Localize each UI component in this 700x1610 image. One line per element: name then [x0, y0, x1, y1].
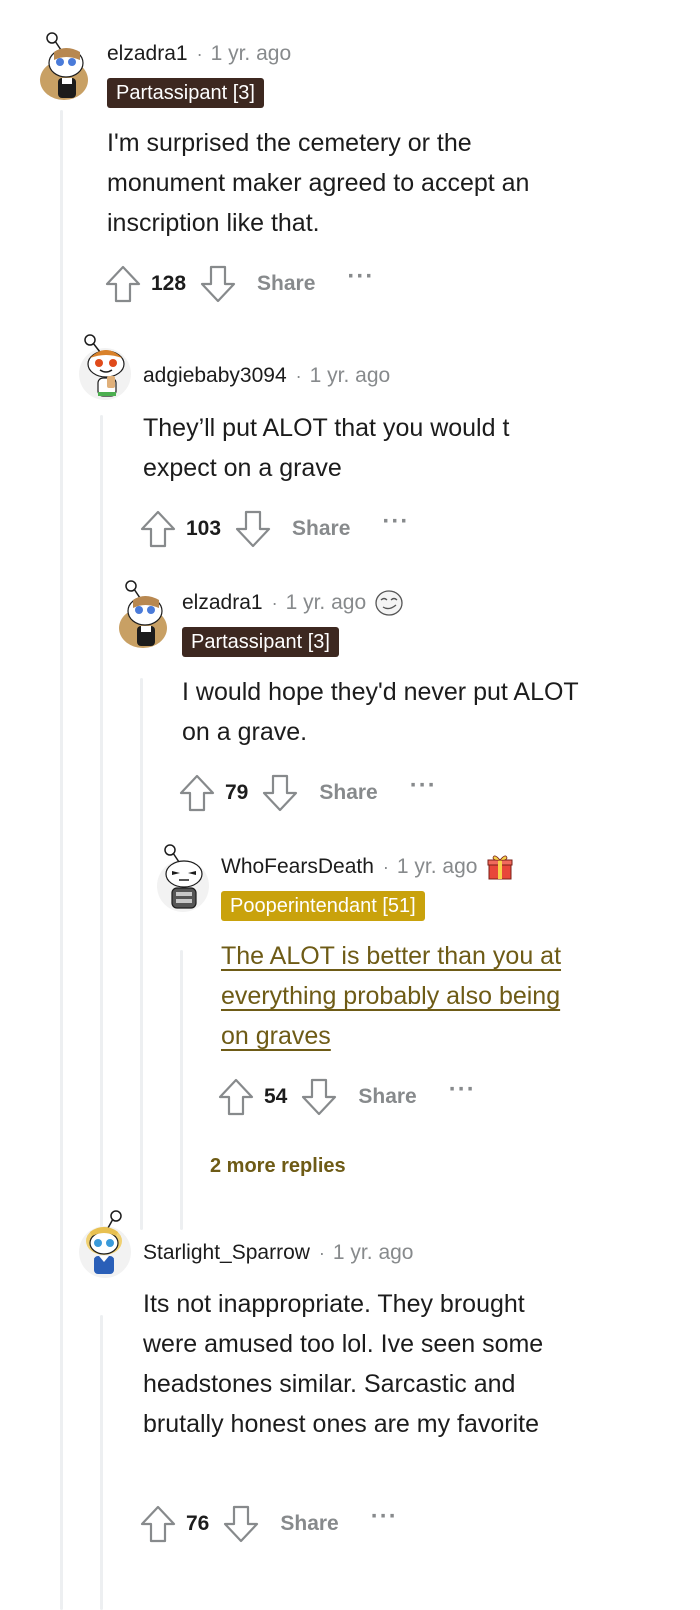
thread-line[interactable]: [100, 1315, 103, 1610]
more-options-icon[interactable]: ···: [371, 1505, 398, 1529]
share-button[interactable]: Share: [280, 1512, 338, 1536]
downvote-icon[interactable]: [300, 1077, 338, 1117]
username[interactable]: WhoFearsDeath: [221, 855, 374, 879]
vote-count: 128: [151, 272, 187, 295]
upvote-icon[interactable]: [139, 509, 177, 549]
downvote-icon[interactable]: [222, 1504, 260, 1544]
gift-award-icon[interactable]: [485, 852, 515, 882]
comment-body: I would hope they'd never put ALOT on a …: [182, 678, 579, 746]
username[interactable]: Starlight_Sparrow: [143, 1241, 310, 1265]
share-button[interactable]: Share: [292, 517, 350, 541]
separator: ·: [295, 365, 302, 386]
comment-body: They’ll put ALOT that you would t expect…: [143, 414, 510, 482]
comment-body-link[interactable]: The ALOT is better than you at everythin…: [221, 936, 581, 1056]
comment-body: Its not inappropriate. They brought were…: [143, 1290, 544, 1438]
share-button[interactable]: Share: [358, 1085, 416, 1109]
more-replies-link[interactable]: 2 more replies: [210, 1155, 346, 1178]
vote-count: 54: [264, 1085, 288, 1108]
upvote-icon[interactable]: [139, 1504, 177, 1544]
vote-count: 79: [225, 781, 249, 804]
avatar[interactable]: [115, 578, 173, 650]
more-options-icon[interactable]: ···: [449, 1078, 476, 1102]
thread-line[interactable]: [140, 678, 143, 1230]
username[interactable]: elzadra1: [107, 42, 188, 66]
separator: ·: [382, 856, 389, 877]
avatar[interactable]: [36, 30, 94, 102]
timestamp[interactable]: 1 yr. ago: [310, 364, 391, 388]
username[interactable]: adgiebaby3094: [143, 364, 287, 388]
upvote-icon[interactable]: [104, 264, 142, 304]
more-options-icon[interactable]: ···: [347, 265, 374, 289]
share-button[interactable]: Share: [319, 781, 377, 805]
vote-count: 76: [186, 1512, 210, 1535]
more-options-icon[interactable]: ···: [382, 510, 409, 534]
user-flair: Pooperintendant [51]: [221, 891, 425, 921]
share-button[interactable]: Share: [257, 272, 315, 296]
username[interactable]: elzadra1: [182, 591, 263, 615]
downvote-icon[interactable]: [261, 773, 299, 813]
vote-count: 103: [186, 517, 222, 540]
separator: ·: [196, 43, 203, 64]
avatar[interactable]: [154, 842, 212, 914]
thread-line[interactable]: [60, 110, 63, 1610]
user-flair: Partassipant [3]: [107, 78, 264, 108]
timestamp[interactable]: 1 yr. ago: [397, 855, 478, 879]
upvote-icon[interactable]: [178, 773, 216, 813]
upvote-icon[interactable]: [217, 1077, 255, 1117]
avatar[interactable]: [76, 332, 134, 404]
timestamp[interactable]: 1 yr. ago: [286, 591, 367, 615]
more-options-icon[interactable]: ···: [410, 774, 437, 798]
thread-line[interactable]: [180, 950, 183, 1230]
face-award-icon[interactable]: [374, 588, 404, 618]
comment-body: I'm surprised the cemetery or the monume…: [107, 129, 530, 237]
separator: ·: [271, 592, 278, 613]
separator: ·: [318, 1242, 325, 1263]
timestamp[interactable]: 1 yr. ago: [211, 42, 292, 66]
user-flair: Partassipant [3]: [182, 627, 339, 657]
thread-line[interactable]: [100, 415, 103, 1230]
downvote-icon[interactable]: [234, 509, 272, 549]
timestamp[interactable]: 1 yr. ago: [333, 1241, 414, 1265]
avatar[interactable]: [76, 1208, 134, 1280]
downvote-icon[interactable]: [199, 264, 237, 304]
